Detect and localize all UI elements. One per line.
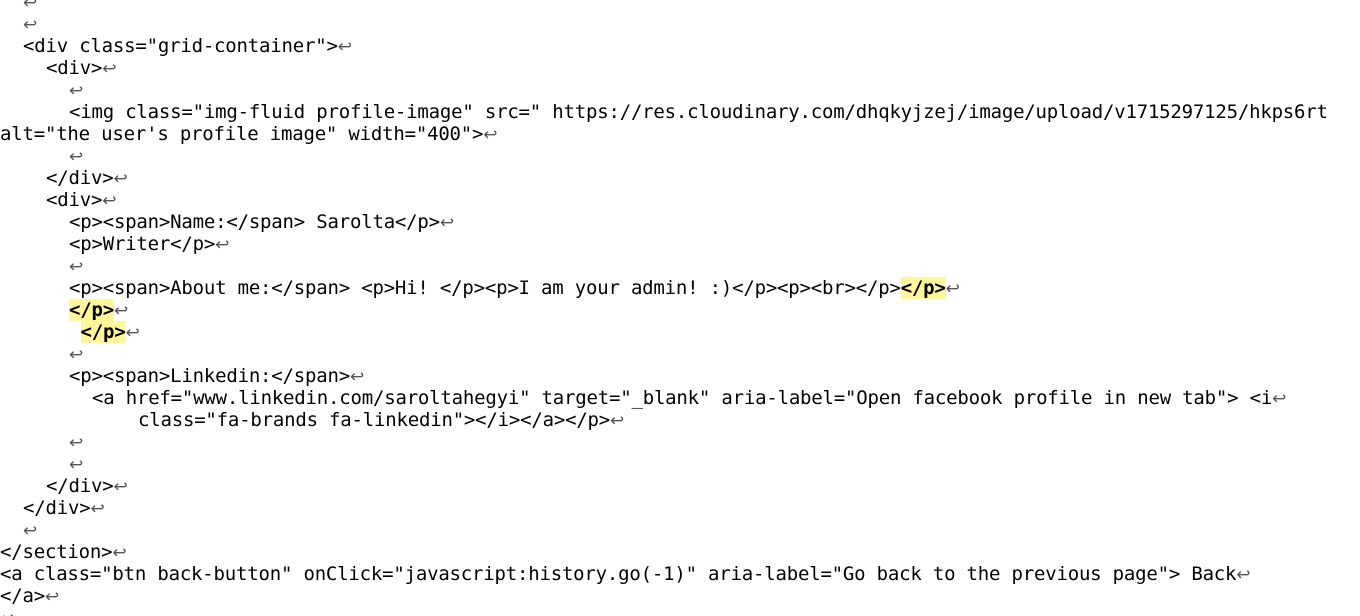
code-text: class="fa-brands fa-linkedin"></i></a></… <box>138 409 611 431</box>
code-line: </section>↩ <box>0 541 127 563</box>
code-line: <div>↩ <box>46 189 116 211</box>
code-text: <p>Writer</p> <box>69 233 216 255</box>
search-highlight: </p> <box>80 321 126 343</box>
code-line: ↩ <box>69 79 83 101</box>
code-line: <p><span>About me:</span> <p>Hi! </p><p>… <box>69 277 960 299</box>
code-line: </div>↩ <box>46 167 128 189</box>
line-return-icon: ↩ <box>102 191 117 211</box>
line-return-icon: ↩ <box>215 235 230 255</box>
code-line: ↩ <box>69 343 83 365</box>
search-highlight: </p> <box>900 277 946 299</box>
code-text: <img class="img-fluid profile-image" src… <box>69 101 1328 123</box>
line-return-icon: ↩ <box>102 59 117 79</box>
code-line: ↩ <box>69 431 83 453</box>
code-line: ↩ <box>69 145 83 167</box>
line-return-icon: ↩ <box>125 323 140 343</box>
line-return-icon: ↩ <box>69 345 84 365</box>
code-text: alt="the user's profile image" width="40… <box>0 123 484 145</box>
code-line: <p><span>Linkedin:</span>↩ <box>69 365 364 387</box>
code-text: </div> <box>46 167 114 189</box>
code-line: <a class="btn back-button" onClick="java… <box>0 563 1251 585</box>
code-line: ↩ <box>23 13 37 35</box>
code-text: </div> <box>46 475 114 497</box>
code-text: <p><span>About me:</span> <p>Hi! </p><p>… <box>69 277 901 299</box>
code-line: ↩ <box>69 255 83 277</box>
code-line: alt="the user's profile image" width="40… <box>0 123 498 145</box>
code-line: <div class="grid-container">↩ <box>23 35 352 57</box>
line-return-icon: ↩ <box>23 521 38 541</box>
line-return-icon: ↩ <box>23 15 38 35</box>
code-line: </p>↩ <box>69 299 128 321</box>
line-return-icon: ↩ <box>69 81 84 101</box>
code-line: <a href="www.linkedin.com/saroltahegyi" … <box>92 387 1286 409</box>
code-line: ↩ <box>23 0 37 13</box>
code-text: </a> <box>0 585 45 607</box>
line-return-icon: ↩ <box>483 125 498 145</box>
line-return-icon: ↩ <box>90 499 105 519</box>
code-line: ↩ <box>0 607 14 616</box>
line-return-icon: ↩ <box>44 587 60 607</box>
line-return-icon: ↩ <box>349 367 365 387</box>
code-line: <div>↩ <box>46 57 116 79</box>
code-line: ↩ <box>69 453 83 475</box>
code-line: </div>↩ <box>46 475 128 497</box>
line-return-icon: ↩ <box>1236 565 1251 585</box>
code-text: <p><span>Linkedin:</span> <box>69 365 350 387</box>
line-return-icon: ↩ <box>69 257 84 277</box>
code-line: <p><span>Name:</span> Sarolta</p>↩ <box>69 211 454 233</box>
code-line: </div>↩ <box>23 497 105 519</box>
line-return-icon: ↩ <box>1272 389 1287 409</box>
line-return-icon: ↩ <box>439 213 454 233</box>
code-text: <div class="grid-container"> <box>23 35 338 57</box>
code-line: </a>↩ <box>0 585 59 607</box>
code-line: <p>Writer</p>↩ <box>69 233 229 255</box>
line-return-icon: ↩ <box>945 279 960 299</box>
code-text: </div> <box>23 497 91 519</box>
search-highlight: </p> <box>69 299 114 321</box>
code-text: </section> <box>0 541 113 563</box>
line-return-icon: ↩ <box>69 433 84 453</box>
line-return-icon: ↩ <box>113 477 128 497</box>
code-line: class="fa-brands fa-linkedin"></i></a></… <box>138 409 624 431</box>
line-return-icon: ↩ <box>113 301 129 321</box>
code-line: ↩ <box>23 519 37 541</box>
line-return-icon: ↩ <box>337 37 352 57</box>
code-line: </p>↩ <box>80 321 140 343</box>
line-return-icon: ↩ <box>69 455 84 475</box>
code-text: <div> <box>46 57 103 79</box>
code-line: <img class="img-fluid profile-image" src… <box>69 101 1328 123</box>
line-return-icon: ↩ <box>0 609 14 616</box>
source-code-view: ↩ ↩ <div class="grid-container">↩ <div>↩ ↩ <i… <box>0 0 1360 616</box>
code-text: <a href="www.linkedin.com/saroltahegyi" … <box>92 387 1273 409</box>
line-return-icon: ↩ <box>113 169 128 189</box>
code-text: <p><span>Name:</span> Sarolta</p> <box>69 211 440 233</box>
line-return-icon: ↩ <box>112 543 127 563</box>
line-return-icon: ↩ <box>69 147 84 167</box>
code-text: <div> <box>46 189 103 211</box>
code-text: <a class="btn back-button" onClick="java… <box>0 563 1237 585</box>
line-return-icon: ↩ <box>23 0 38 13</box>
line-return-icon: ↩ <box>610 411 625 431</box>
